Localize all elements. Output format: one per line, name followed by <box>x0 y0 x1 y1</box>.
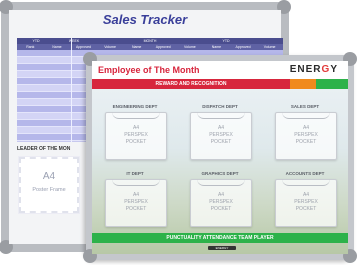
perspex-pocket: A4 PERSPEX POCKET <box>275 179 337 227</box>
pocket-text: A4 <box>132 125 140 131</box>
dept-label: SALES DEPT <box>290 104 320 109</box>
banner-bar: REWARD AND RECOGNITION <box>92 79 348 89</box>
footer-text: PUNCTUALITY ATTENDANCE TEAM PLAYER <box>166 235 274 241</box>
banner-green <box>316 79 348 89</box>
perspex-pocket: A4 PERSPEX POCKET <box>105 112 167 160</box>
perspex-pocket: A4 PERSPEX POCKET <box>105 179 167 227</box>
employee-of-month-board: Employee of The Month ENERGY REWARD AND … <box>83 52 357 263</box>
pocket-text: PERSPEX <box>209 199 233 205</box>
grid-divider <box>71 38 72 142</box>
perspex-pocket: A4 PERSPEX POCKET <box>190 112 252 160</box>
pocket-text: POCKET <box>210 206 232 212</box>
pocket-text: PERSPEX <box>294 132 318 138</box>
perspex-pocket: A4 PERSPEX POCKET <box>190 179 252 227</box>
pocket-text: POCKET <box>125 206 147 212</box>
dept-label: ACCOUNTS DEPT <box>285 171 325 176</box>
pocket-text: A4 <box>217 125 225 131</box>
dept-label: IT DEPT <box>126 171 144 176</box>
brand-logo: ENERGY <box>289 64 338 75</box>
pocket-text: A4 <box>217 192 225 198</box>
pocket-text: POCKET <box>295 206 317 212</box>
poster-size: A4 <box>42 171 56 182</box>
dept-label: GRAPHICS DEPT <box>201 171 239 176</box>
footer-bar: PUNCTUALITY ATTENDANCE TEAM PLAYER <box>92 233 348 243</box>
leader-label: LEADER OF THE MON <box>17 146 71 152</box>
brand-badge-text: ENERGY <box>215 246 229 250</box>
poster-label: Poster Frame <box>32 187 66 193</box>
pocket-text: POCKET <box>125 139 147 145</box>
dept-label: ENGINEERING DEPT <box>112 104 158 109</box>
sales-tracker-title: Sales Tracker <box>102 12 188 27</box>
banner-red: REWARD AND RECOGNITION <box>92 79 290 89</box>
dept-label: DISPATCH DEPT <box>202 104 238 109</box>
pocket-text: A4 <box>302 125 310 131</box>
board-title: Employee of The Month <box>98 65 200 75</box>
perspex-pocket: A4 PERSPEX POCKET <box>275 112 337 160</box>
pocket-text: POCKET <box>210 139 232 145</box>
pocket-text: A4 <box>132 192 140 198</box>
poster-frame: A4 Poster Frame <box>19 157 79 213</box>
pocket-text: PERSPEX <box>209 132 233 138</box>
brand-badge: ENERGY <box>208 246 236 250</box>
employee-board-panel: Employee of The Month ENERGY REWARD AND … <box>92 61 348 254</box>
pocket-text: PERSPEX <box>294 199 318 205</box>
banner-text: REWARD AND RECOGNITION <box>155 81 227 87</box>
banner-orange <box>290 79 316 89</box>
board-header: Employee of The Month ENERGY <box>92 61 348 79</box>
pocket-text: A4 <box>302 192 310 198</box>
pocket-text: PERSPEX <box>124 132 148 138</box>
pocket-text: PERSPEX <box>124 199 148 205</box>
pocket-text: POCKET <box>295 139 317 145</box>
